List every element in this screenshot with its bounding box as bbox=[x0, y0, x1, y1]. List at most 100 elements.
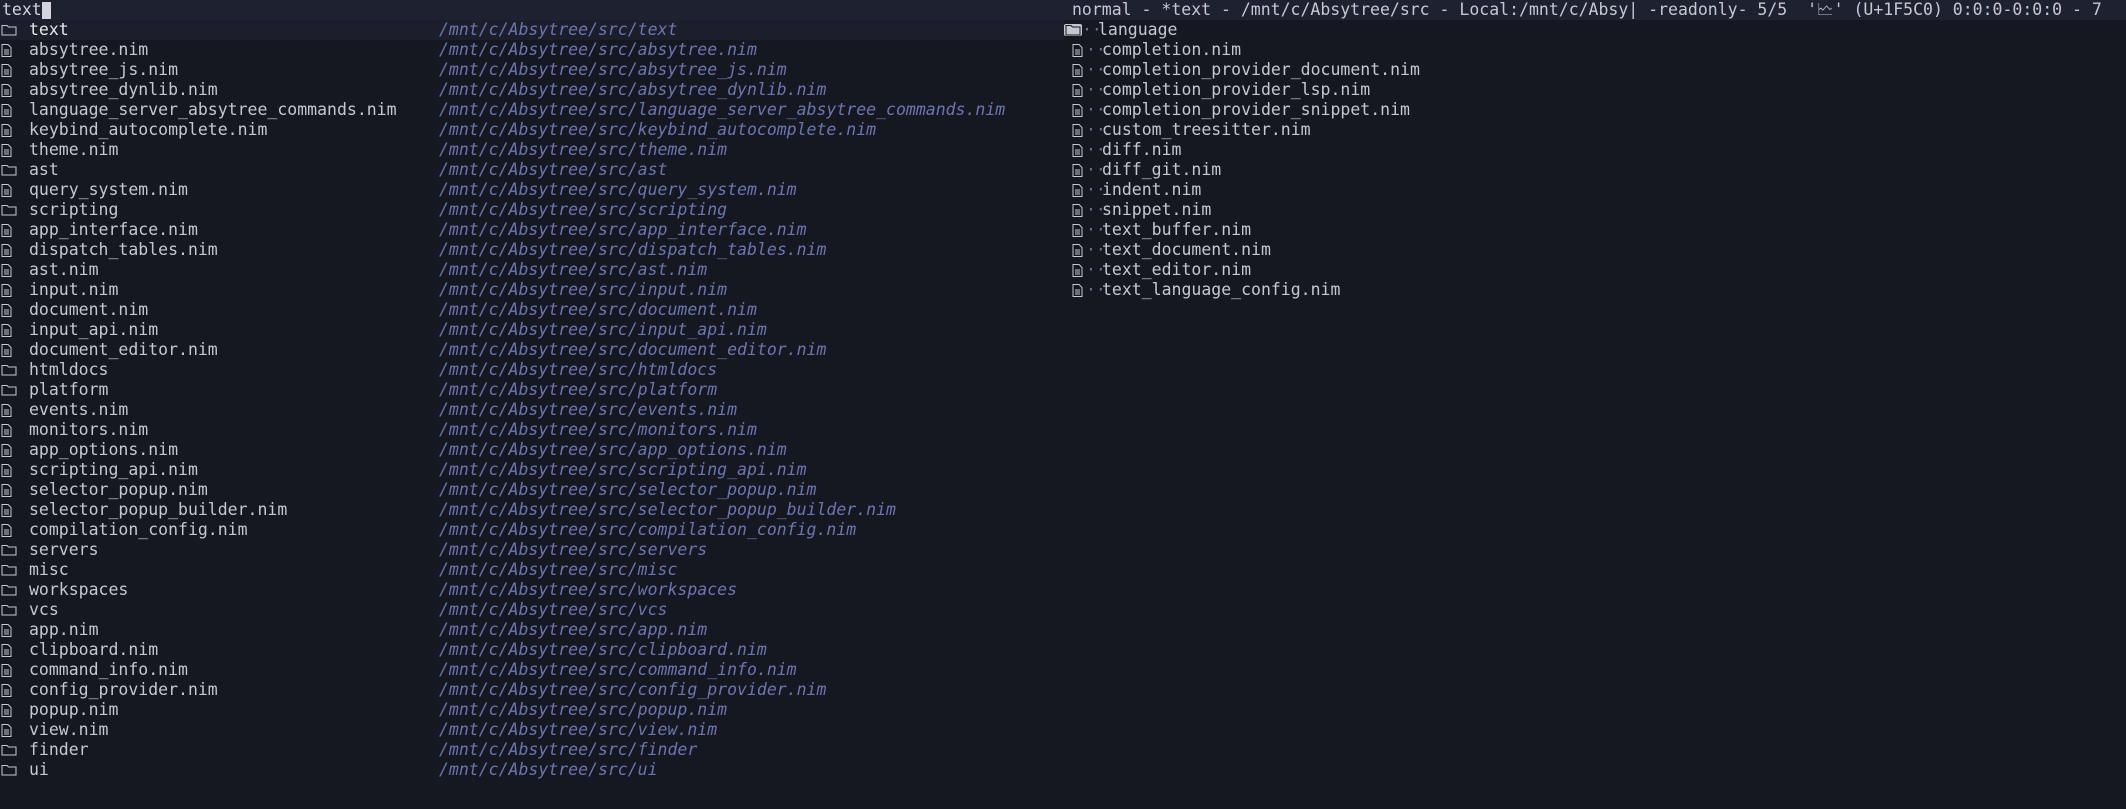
result-row[interactable]: theme.nim/mnt/c/Absytree/src/theme.nim bbox=[0, 140, 1064, 160]
tree-indent-marker: ·· bbox=[1086, 140, 1106, 159]
folder-icon bbox=[0, 604, 29, 616]
tree-indent-marker: ·· bbox=[1086, 240, 1106, 259]
result-row[interactable]: input_api.nim/mnt/c/Absytree/src/input_a… bbox=[0, 320, 1064, 340]
result-row[interactable]: dispatch_tables.nim/mnt/c/Absytree/src/d… bbox=[0, 240, 1064, 260]
result-row[interactable]: app_interface.nim/mnt/c/Absytree/src/app… bbox=[0, 220, 1064, 240]
result-row[interactable]: selector_popup.nim/mnt/c/Absytree/src/se… bbox=[0, 480, 1064, 500]
result-row[interactable]: ast.nim/mnt/c/Absytree/src/ast.nim bbox=[0, 260, 1064, 280]
result-name: text bbox=[29, 20, 69, 39]
result-row[interactable]: misc/mnt/c/Absytree/src/misc bbox=[0, 560, 1064, 580]
result-row[interactable]: selector_popup_builder.nim/mnt/c/Absytre… bbox=[0, 500, 1064, 520]
tree-item[interactable]: ·· custom_treesitter.nim bbox=[1064, 120, 2126, 140]
result-row[interactable]: view.nim/mnt/c/Absytree/src/view.nim bbox=[0, 720, 1064, 740]
result-row[interactable]: workspaces/mnt/c/Absytree/src/workspaces bbox=[0, 580, 1064, 600]
tree-item[interactable]: ·· text_language_config.nim bbox=[1064, 280, 2126, 300]
file-icon bbox=[0, 323, 29, 337]
result-row[interactable]: absytree.nim/mnt/c/Absytree/src/absytree… bbox=[0, 40, 1064, 60]
result-row[interactable]: keybind_autocomplete.nim/mnt/c/Absytree/… bbox=[0, 120, 1064, 140]
result-row[interactable]: language_server_absytree_commands.nim/mn… bbox=[0, 100, 1064, 120]
file-icon bbox=[0, 343, 29, 357]
result-row[interactable]: absytree_js.nim/mnt/c/Absytree/src/absyt… bbox=[0, 60, 1064, 80]
tree-indent-marker: ·· bbox=[1086, 80, 1106, 99]
result-row[interactable]: events.nim/mnt/c/Absytree/src/events.nim bbox=[0, 400, 1064, 420]
result-path: /mnt/c/Absytree/src/app_interface.nim bbox=[439, 220, 807, 239]
result-row[interactable]: htmldocs/mnt/c/Absytree/src/htmldocs bbox=[0, 360, 1064, 380]
folder-icon bbox=[0, 764, 29, 776]
result-row[interactable]: vcs/mnt/c/Absytree/src/vcs bbox=[0, 600, 1064, 620]
file-icon bbox=[0, 423, 29, 437]
file-icon bbox=[0, 523, 29, 537]
result-path: /mnt/c/Absytree/src/dispatch_tables.nim bbox=[439, 240, 827, 259]
result-path: /mnt/c/Absytree/src/events.nim bbox=[439, 400, 738, 419]
search-input[interactable]: text bbox=[0, 0, 1064, 20]
file-icon bbox=[1072, 183, 1086, 197]
result-path: /mnt/c/Absytree/src/theme.nim bbox=[439, 140, 728, 159]
tree-item-name: completion_provider_document.nim bbox=[1102, 60, 1420, 79]
result-row[interactable]: ast/mnt/c/Absytree/src/ast bbox=[0, 160, 1064, 180]
result-row[interactable]: servers/mnt/c/Absytree/src/servers bbox=[0, 540, 1064, 560]
tree-item[interactable]: ·· snippet.nim bbox=[1064, 200, 2126, 220]
result-row[interactable]: scripting_api.nim/mnt/c/Absytree/src/scr… bbox=[0, 460, 1064, 480]
tree-item[interactable]: ·· text_editor.nim bbox=[1064, 260, 2126, 280]
result-row[interactable]: finder/mnt/c/Absytree/src/finder bbox=[0, 740, 1064, 760]
result-row[interactable]: input.nim/mnt/c/Absytree/src/input.nim bbox=[0, 280, 1064, 300]
result-row[interactable]: ui/mnt/c/Absytree/src/ui bbox=[0, 760, 1064, 780]
folder-icon bbox=[0, 384, 29, 396]
result-row[interactable]: document_editor.nim/mnt/c/Absytree/src/d… bbox=[0, 340, 1064, 360]
result-row[interactable]: app.nim/mnt/c/Absytree/src/app.nim bbox=[0, 620, 1064, 640]
tree-item[interactable]: ·· diff_git.nim bbox=[1064, 160, 2126, 180]
file-icon bbox=[1072, 163, 1086, 177]
tree-item[interactable]: ·· indent.nim bbox=[1064, 180, 2126, 200]
file-icon bbox=[0, 463, 29, 477]
result-row[interactable]: compilation_config.nim/mnt/c/Absytree/sr… bbox=[0, 520, 1064, 540]
tree-item-name: completion_provider_lsp.nim bbox=[1102, 80, 1371, 99]
result-path: /mnt/c/Absytree/src/ast.nim bbox=[439, 260, 708, 279]
tree-item[interactable]: ·· text_document.nim bbox=[1064, 240, 2126, 260]
file-icon bbox=[0, 503, 29, 517]
tree-item[interactable]: ·· completion_provider_snippet.nim bbox=[1064, 100, 2126, 120]
tree-item[interactable]: ·· language bbox=[1064, 20, 2126, 40]
result-row[interactable]: popup.nim/mnt/c/Absytree/src/popup.nim bbox=[0, 700, 1064, 720]
result-row[interactable]: query_system.nim/mnt/c/Absytree/src/quer… bbox=[0, 180, 1064, 200]
result-path: /mnt/c/Absytree/src/vcs bbox=[439, 600, 668, 619]
result-path: /mnt/c/Absytree/src/document_editor.nim bbox=[439, 340, 827, 359]
result-row[interactable]: text/mnt/c/Absytree/src/text bbox=[0, 20, 1064, 40]
result-row[interactable]: command_info.nim/mnt/c/Absytree/src/comm… bbox=[0, 660, 1064, 680]
file-icon bbox=[0, 63, 29, 77]
result-name: absytree_dynlib.nim bbox=[29, 80, 218, 99]
result-path: /mnt/c/Absytree/src/misc bbox=[439, 560, 678, 579]
result-name: selector_popup.nim bbox=[29, 480, 208, 499]
results-list: text/mnt/c/Absytree/src/text absytree.nim… bbox=[0, 20, 1064, 780]
result-row[interactable]: clipboard.nim/mnt/c/Absytree/src/clipboa… bbox=[0, 640, 1064, 660]
result-row[interactable]: platform/mnt/c/Absytree/src/platform bbox=[0, 380, 1064, 400]
file-icon bbox=[0, 123, 29, 137]
result-row[interactable]: scripting/mnt/c/Absytree/src/scripting bbox=[0, 200, 1064, 220]
tree-item-name: text_document.nim bbox=[1102, 240, 1271, 259]
search-query[interactable]: text bbox=[0, 0, 42, 20]
tree-item-name: custom_treesitter.nim bbox=[1102, 120, 1311, 139]
file-icon bbox=[0, 83, 29, 97]
result-row[interactable]: app_options.nim/mnt/c/Absytree/src/app_o… bbox=[0, 440, 1064, 460]
result-name: query_system.nim bbox=[29, 180, 188, 199]
tree-item[interactable]: ·· diff.nim bbox=[1064, 140, 2126, 160]
tree-item[interactable]: ·· completion_provider_lsp.nim bbox=[1064, 80, 2126, 100]
result-row[interactable]: monitors.nim/mnt/c/Absytree/src/monitors… bbox=[0, 420, 1064, 440]
result-name: config_provider.nim bbox=[29, 680, 218, 699]
tree-item-name: diff.nim bbox=[1102, 140, 1182, 159]
result-row[interactable]: document.nim/mnt/c/Absytree/src/document… bbox=[0, 300, 1064, 320]
file-icon bbox=[0, 623, 29, 637]
result-row[interactable]: absytree_dynlib.nim/mnt/c/Absytree/src/a… bbox=[0, 80, 1064, 100]
result-name: command_info.nim bbox=[29, 660, 188, 679]
tree-indent-marker: ·· bbox=[1086, 120, 1106, 139]
tree-item-name: indent.nim bbox=[1102, 180, 1202, 199]
tree-item[interactable]: ·· completion_provider_document.nim bbox=[1064, 60, 2126, 80]
result-name: app_options.nim bbox=[29, 440, 179, 459]
file-icon bbox=[0, 243, 29, 257]
result-name: platform bbox=[29, 380, 109, 399]
result-row[interactable]: config_provider.nim/mnt/c/Absytree/src/c… bbox=[0, 680, 1064, 700]
tree-item[interactable]: ·· text_buffer.nim bbox=[1064, 220, 2126, 240]
tree-item[interactable]: ·· completion.nim bbox=[1064, 40, 2126, 60]
result-path: /mnt/c/Absytree/src/keybind_autocomplete… bbox=[439, 120, 877, 139]
file-icon bbox=[1072, 83, 1086, 97]
tree-indent-marker: ·· bbox=[1086, 100, 1106, 119]
